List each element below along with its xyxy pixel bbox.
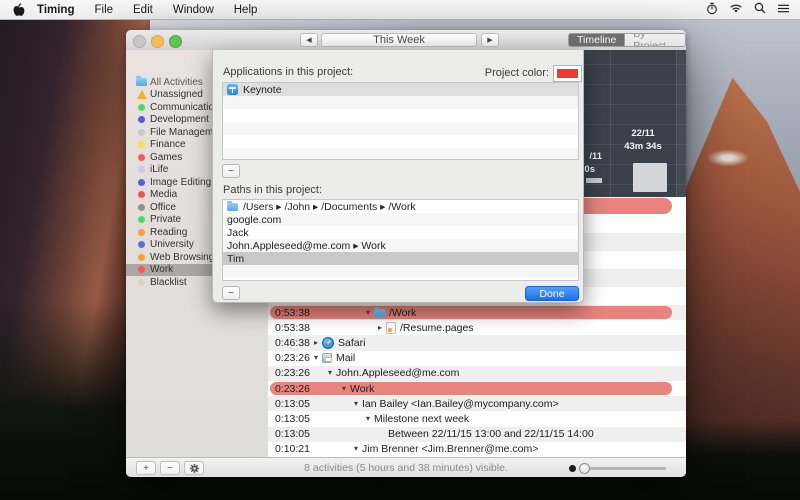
folder-icon xyxy=(374,309,385,317)
path-row[interactable]: /Users ▸ /John ▸ /Documents ▸ /Work xyxy=(223,200,578,213)
project-color-dot xyxy=(136,154,147,161)
table-row[interactable]: 0:23:26 ▾Mail xyxy=(268,351,686,366)
next-period-button[interactable]: ▶ xyxy=(481,33,499,47)
done-button[interactable]: Done xyxy=(525,286,579,301)
project-color-dot xyxy=(136,191,147,198)
notification-center-icon[interactable] xyxy=(777,3,790,17)
menu-item-file[interactable]: File xyxy=(84,4,123,16)
project-color-dot xyxy=(136,129,147,136)
table-row[interactable]: 0:13:05 Between 22/11/15 13:00 and 22/11… xyxy=(268,427,686,442)
paths-list: /Users ▸ /John ▸ /Documents ▸ /Work goog… xyxy=(222,199,579,281)
table-row[interactable]: 0:46:38 ▸Safari xyxy=(268,335,686,350)
window-titlebar: ◀ This Week ▶ Timeline By Project xyxy=(126,30,686,51)
project-color-dot xyxy=(136,116,147,123)
menu-bar: Timing File Edit Window Help xyxy=(0,0,800,20)
menu-item-edit[interactable]: Edit xyxy=(123,4,163,16)
path-row[interactable]: google.com xyxy=(223,213,578,226)
project-color-dot xyxy=(136,241,147,248)
table-row[interactable]: 0:53:38 ▾/Work xyxy=(268,305,686,320)
zoom-button[interactable] xyxy=(169,35,182,48)
settings-gear-button[interactable] xyxy=(184,461,204,475)
previous-period-button[interactable]: ◀ xyxy=(300,33,318,47)
minimize-button[interactable] xyxy=(151,35,164,48)
project-color-label: Project color: xyxy=(463,67,549,79)
day-label: 22/11 xyxy=(610,128,676,139)
remove-path-button[interactable]: − xyxy=(222,286,240,300)
remove-project-button[interactable]: − xyxy=(160,461,180,475)
table-row[interactable]: 0:23:26 ▾Work xyxy=(268,381,686,396)
project-edit-sheet: Applications in this project: Project co… xyxy=(212,50,584,303)
project-color-dot xyxy=(136,216,147,223)
application-row-keynote[interactable]: Keynote xyxy=(223,83,578,96)
safari-icon xyxy=(322,337,334,349)
disclosure-triangle[interactable]: ▸ xyxy=(314,339,318,347)
zoom-scale-icon xyxy=(569,465,576,472)
project-color-dot xyxy=(136,204,147,211)
disclosure-triangle[interactable]: ▾ xyxy=(366,309,370,317)
tab-by-project[interactable]: By Project xyxy=(624,34,685,46)
table-row[interactable]: 0:23:26 ▾John.Appleseed@me.com xyxy=(268,366,686,381)
path-row-selected[interactable]: Tim xyxy=(223,252,578,265)
date-range-label[interactable]: This Week xyxy=(321,33,477,47)
disclosure-triangle[interactable]: ▾ xyxy=(328,369,332,377)
table-row[interactable]: 0:53:38 ▸/Resume.pages xyxy=(268,320,686,335)
project-color-dot xyxy=(136,179,147,186)
timer-icon[interactable] xyxy=(706,2,718,18)
applications-label: Applications in this project: xyxy=(223,66,353,78)
path-row[interactable]: Jack xyxy=(223,226,578,239)
visible-activities-status: 8 activities (5 hours and 38 minutes) vi… xyxy=(226,458,586,478)
status-bar: + − 8 activities (5 hours and 38 minutes… xyxy=(126,457,686,477)
disclosure-triangle[interactable]: ▸ xyxy=(378,324,382,332)
blacklist-icon xyxy=(136,279,147,286)
applications-list: Keynote xyxy=(222,82,579,160)
disclosure-triangle[interactable]: ▾ xyxy=(342,385,346,393)
view-mode-segmented-control: Timeline By Project xyxy=(568,33,686,47)
menu-item-help[interactable]: Help xyxy=(224,4,268,16)
table-row[interactable]: 0:10:21 ▾Jim Brenner <Jim.Brenner@me.com… xyxy=(268,442,686,457)
table-row[interactable]: 0:13:05 ▾Ian Bailey <Ian.Bailey@mycompan… xyxy=(268,396,686,411)
disclosure-triangle[interactable]: ▾ xyxy=(354,400,358,408)
warning-icon xyxy=(136,90,147,99)
project-color-dot xyxy=(136,104,147,111)
project-color-well[interactable] xyxy=(553,65,582,82)
project-color-dot xyxy=(136,254,147,261)
project-color-dot xyxy=(136,266,147,273)
zoom-slider-track[interactable] xyxy=(582,467,666,470)
project-color-dot xyxy=(136,166,147,173)
work-capsule xyxy=(270,306,672,319)
folder-icon xyxy=(227,203,238,211)
path-row[interactable]: John.Appleseed@me.com ▸ Work xyxy=(223,239,578,252)
disclosure-triangle[interactable]: ▾ xyxy=(354,445,358,453)
desktop: Timing File Edit Window Help ◀ This Week… xyxy=(0,0,800,500)
timeline-block-partial xyxy=(586,178,602,183)
paths-label: Paths in this project: xyxy=(223,184,322,196)
wallpaper-snow-patch xyxy=(708,150,748,166)
tab-timeline[interactable]: Timeline xyxy=(569,34,624,46)
project-color-dot xyxy=(136,229,147,236)
keynote-icon xyxy=(227,84,238,95)
spotlight-icon[interactable] xyxy=(754,2,766,17)
mail-icon xyxy=(322,353,332,363)
work-capsule xyxy=(270,382,672,395)
menu-item-window[interactable]: Window xyxy=(163,4,224,16)
remove-application-button[interactable]: − xyxy=(222,164,240,178)
wifi-icon[interactable] xyxy=(729,3,743,17)
menu-item-app[interactable]: Timing xyxy=(25,4,84,16)
close-button[interactable] xyxy=(133,35,146,48)
apple-menu-icon[interactable] xyxy=(13,3,25,17)
folder-icon xyxy=(136,78,147,86)
gear-icon xyxy=(189,463,200,474)
timing-window: ◀ This Week ▶ Timeline By Project All Ac… xyxy=(126,30,686,477)
timeline-block[interactable] xyxy=(633,163,667,192)
disclosure-triangle[interactable]: ▾ xyxy=(314,354,318,362)
pages-document-icon xyxy=(386,322,396,334)
table-row[interactable]: 0:13:05 ▾Milestone next week xyxy=(268,411,686,426)
project-color-dot xyxy=(136,141,147,148)
disclosure-triangle[interactable]: ▾ xyxy=(366,415,370,423)
day-duration-label: 43m 34s xyxy=(610,141,676,152)
zoom-slider-knob[interactable] xyxy=(579,463,590,474)
add-project-button[interactable]: + xyxy=(136,461,156,475)
